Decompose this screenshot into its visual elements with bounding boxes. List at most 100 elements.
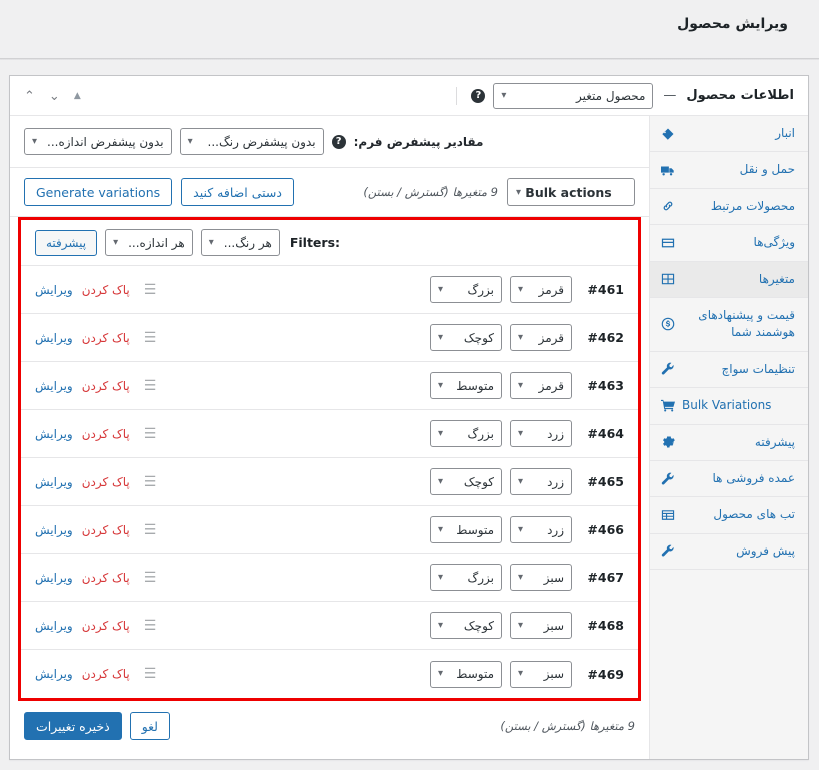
filters-advanced-button[interactable]: پیشرفته	[35, 229, 98, 256]
variation-color-select[interactable]: قرمز ▾	[510, 276, 572, 303]
sidebar-item-bulk-variations[interactable]: Bulk Variations	[650, 388, 808, 425]
filter-color-select[interactable]: هر رنگ... ▾	[200, 229, 280, 256]
sidebar-item-smart-pricing[interactable]: قیمت و پیشنهادهای هوشمند شما	[650, 298, 808, 352]
remove-link[interactable]: پاک کردن	[82, 571, 130, 585]
edit-link[interactable]: ویرایش	[35, 667, 73, 681]
cancel-label: لغو	[141, 718, 158, 734]
product-type-select[interactable]: محصول متغیر ▾	[493, 82, 654, 109]
variation-size-select[interactable]: متوسط ▾	[430, 372, 502, 399]
chevron-down-icon[interactable]: ⌄	[49, 90, 60, 103]
sidebar-item-shipping[interactable]: حمل و نقل	[650, 152, 808, 189]
drag-handle-icon[interactable]: ☰	[144, 427, 157, 441]
table-row[interactable]: #469 سبز ▾ متوسط ▾ ☰ پاک کردن ویرایش	[21, 650, 638, 698]
edit-link[interactable]: ویرایش	[35, 523, 73, 537]
variation-size-select[interactable]: بزرگ ▾	[430, 276, 502, 303]
remove-link[interactable]: پاک کردن	[82, 379, 130, 393]
variation-color-select[interactable]: سبز ▾	[510, 612, 572, 639]
chevron-down-icon: ▾	[518, 331, 524, 343]
variation-size-select[interactable]: متوسط ▾	[430, 660, 502, 688]
edit-link[interactable]: ویرایش	[35, 475, 73, 489]
postbox-body: انبار حمل و نقل محصولات مرتبط	[10, 116, 808, 759]
edit-link[interactable]: ویرایش	[35, 571, 73, 585]
product-type-value: محصول متغیر	[576, 88, 646, 103]
sidebar-item-product-tabs[interactable]: تب های محصول	[650, 497, 808, 534]
drag-handle-icon[interactable]: ☰	[144, 523, 157, 537]
default-color-select[interactable]: بدون پیشفرض رنگ... ▾	[179, 128, 324, 155]
edit-link[interactable]: ویرایش	[35, 427, 73, 441]
question-mark-icon[interactable]: ?	[331, 134, 346, 149]
sidebar-item-swatch-settings[interactable]: تنظیمات سواچ	[650, 352, 808, 389]
bulk-actions-label: Bulk actions	[525, 184, 612, 200]
drag-handle-icon[interactable]: ☰	[144, 283, 157, 297]
edit-link[interactable]: ویرایش	[35, 283, 73, 297]
variation-color-select[interactable]: زرد ▾	[510, 516, 572, 543]
row-actions: پاک کردن ویرایش	[35, 475, 130, 489]
variation-color-select[interactable]: زرد ▾	[510, 420, 572, 447]
variation-size-select[interactable]: بزرگ ▾	[430, 420, 502, 447]
default-size-select[interactable]: بدون پیشفرض اندازه... ▾	[24, 128, 172, 155]
drag-handle-icon[interactable]: ☰	[144, 331, 157, 345]
variation-color-select[interactable]: سبز ▾	[510, 564, 572, 591]
variation-size-value: بزرگ	[467, 282, 495, 297]
variation-size-select[interactable]: بزرگ ▾	[430, 564, 502, 591]
table-row[interactable]: #468 سبز ▾ کوچک ▾ ☰ پاک کردن ویرایش	[21, 602, 638, 650]
question-mark-icon[interactable]: ?	[471, 88, 486, 103]
sidebar-item-advanced[interactable]: پیشرفته	[650, 425, 808, 461]
table-row[interactable]: #465 زرد ▾ کوچک ▾ ☰ پاک کردن ویرایش	[21, 458, 638, 506]
drag-handle-icon[interactable]: ☰	[144, 475, 157, 489]
chevron-up-icon[interactable]: ⌃	[24, 90, 35, 103]
variation-color-select[interactable]: سبز ▾	[510, 660, 572, 688]
generate-variations-button[interactable]: Generate variations	[24, 178, 173, 206]
table-row[interactable]: #462 قرمز ▾ کوچک ▾ ☰ پاک کردن ویرایش	[21, 314, 638, 362]
sidebar-item-attributes[interactable]: ویژگی‌ها	[650, 225, 808, 262]
table-row[interactable]: #464 زرد ▾ بزرگ ▾ ☰ پاک کردن ویرایش	[21, 410, 638, 458]
link-icon	[660, 199, 675, 214]
sort-handle-icon[interactable]: ▲	[74, 91, 81, 101]
chevron-down-icon: ▾	[501, 90, 507, 101]
chevron-down-icon: ▾	[438, 331, 444, 343]
variation-color-select[interactable]: قرمز ▾	[510, 372, 572, 399]
sidebar-item-variations[interactable]: متغیرها	[650, 261, 808, 298]
variation-size-value: بزرگ	[467, 570, 495, 585]
variation-attributes: سبز ▾ بزرگ ▾	[430, 564, 572, 591]
variation-size-select[interactable]: کوچک ▾	[430, 324, 502, 351]
edit-link[interactable]: ویرایش	[35, 331, 73, 345]
variation-size-value: متوسط	[456, 667, 494, 681]
filter-size-select[interactable]: هر اندازه... ▾	[105, 229, 193, 256]
remove-link[interactable]: پاک کردن	[82, 619, 130, 633]
table-row[interactable]: #461 قرمز ▾ بزرگ ▾ ☰ پاک کردن ویرایش	[21, 266, 638, 314]
variation-size-select[interactable]: کوچک ▾	[430, 468, 502, 495]
variation-count-bottom[interactable]: 9 متغیرها (گسترش / بستن)	[500, 719, 635, 733]
drag-handle-icon[interactable]: ☰	[144, 571, 157, 585]
remove-link[interactable]: پاک کردن	[82, 523, 130, 537]
sidebar-item-preorder[interactable]: پیش فروش	[650, 534, 808, 571]
remove-link[interactable]: پاک کردن	[82, 475, 130, 489]
bulk-actions-select[interactable]: ▾ Bulk actions	[507, 178, 635, 206]
table-row[interactable]: #467 سبز ▾ بزرگ ▾ ☰ پاک کردن ویرایش	[21, 554, 638, 602]
drag-handle-icon[interactable]: ☰	[144, 667, 157, 681]
remove-link[interactable]: پاک کردن	[82, 427, 130, 441]
remove-link[interactable]: پاک کردن	[82, 331, 130, 345]
save-button[interactable]: ذخیره تغییرات	[24, 712, 122, 740]
drag-handle-icon[interactable]: ☰	[144, 619, 157, 633]
sidebar-item-wholesale[interactable]: عمده فروشی ها	[650, 461, 808, 498]
table-row[interactable]: #466 زرد ▾ متوسط ▾ ☰ پاک کردن ویرایش	[21, 506, 638, 554]
variation-size-select[interactable]: متوسط ▾	[430, 516, 502, 543]
variation-color-value: زرد	[547, 474, 564, 489]
table-row[interactable]: #463 قرمز ▾ متوسط ▾ ☰ پاک کردن ویرایش	[21, 362, 638, 410]
edit-link[interactable]: ویرایش	[35, 619, 73, 633]
sidebar-item-inventory[interactable]: انبار	[650, 116, 808, 153]
variation-size-select[interactable]: کوچک ▾	[430, 612, 502, 639]
variation-id: #464	[587, 426, 624, 441]
variation-color-select[interactable]: قرمز ▾	[510, 324, 572, 351]
remove-link[interactable]: پاک کردن	[82, 667, 130, 681]
sidebar-item-linked-products[interactable]: محصولات مرتبط	[650, 189, 808, 226]
cancel-button[interactable]: لغو	[129, 712, 170, 740]
edit-link[interactable]: ویرایش	[35, 379, 73, 393]
variation-count-top[interactable]: 9 متغیرها (گسترش / بستن)	[363, 185, 498, 199]
postbox-header-controls: ▲ ⌄ ⌃	[24, 76, 81, 116]
drag-handle-icon[interactable]: ☰	[144, 379, 157, 393]
variation-color-select[interactable]: زرد ▾	[510, 468, 572, 495]
add-manually-button[interactable]: دستی اضافه کنید	[181, 178, 294, 206]
remove-link[interactable]: پاک کردن	[82, 283, 130, 297]
